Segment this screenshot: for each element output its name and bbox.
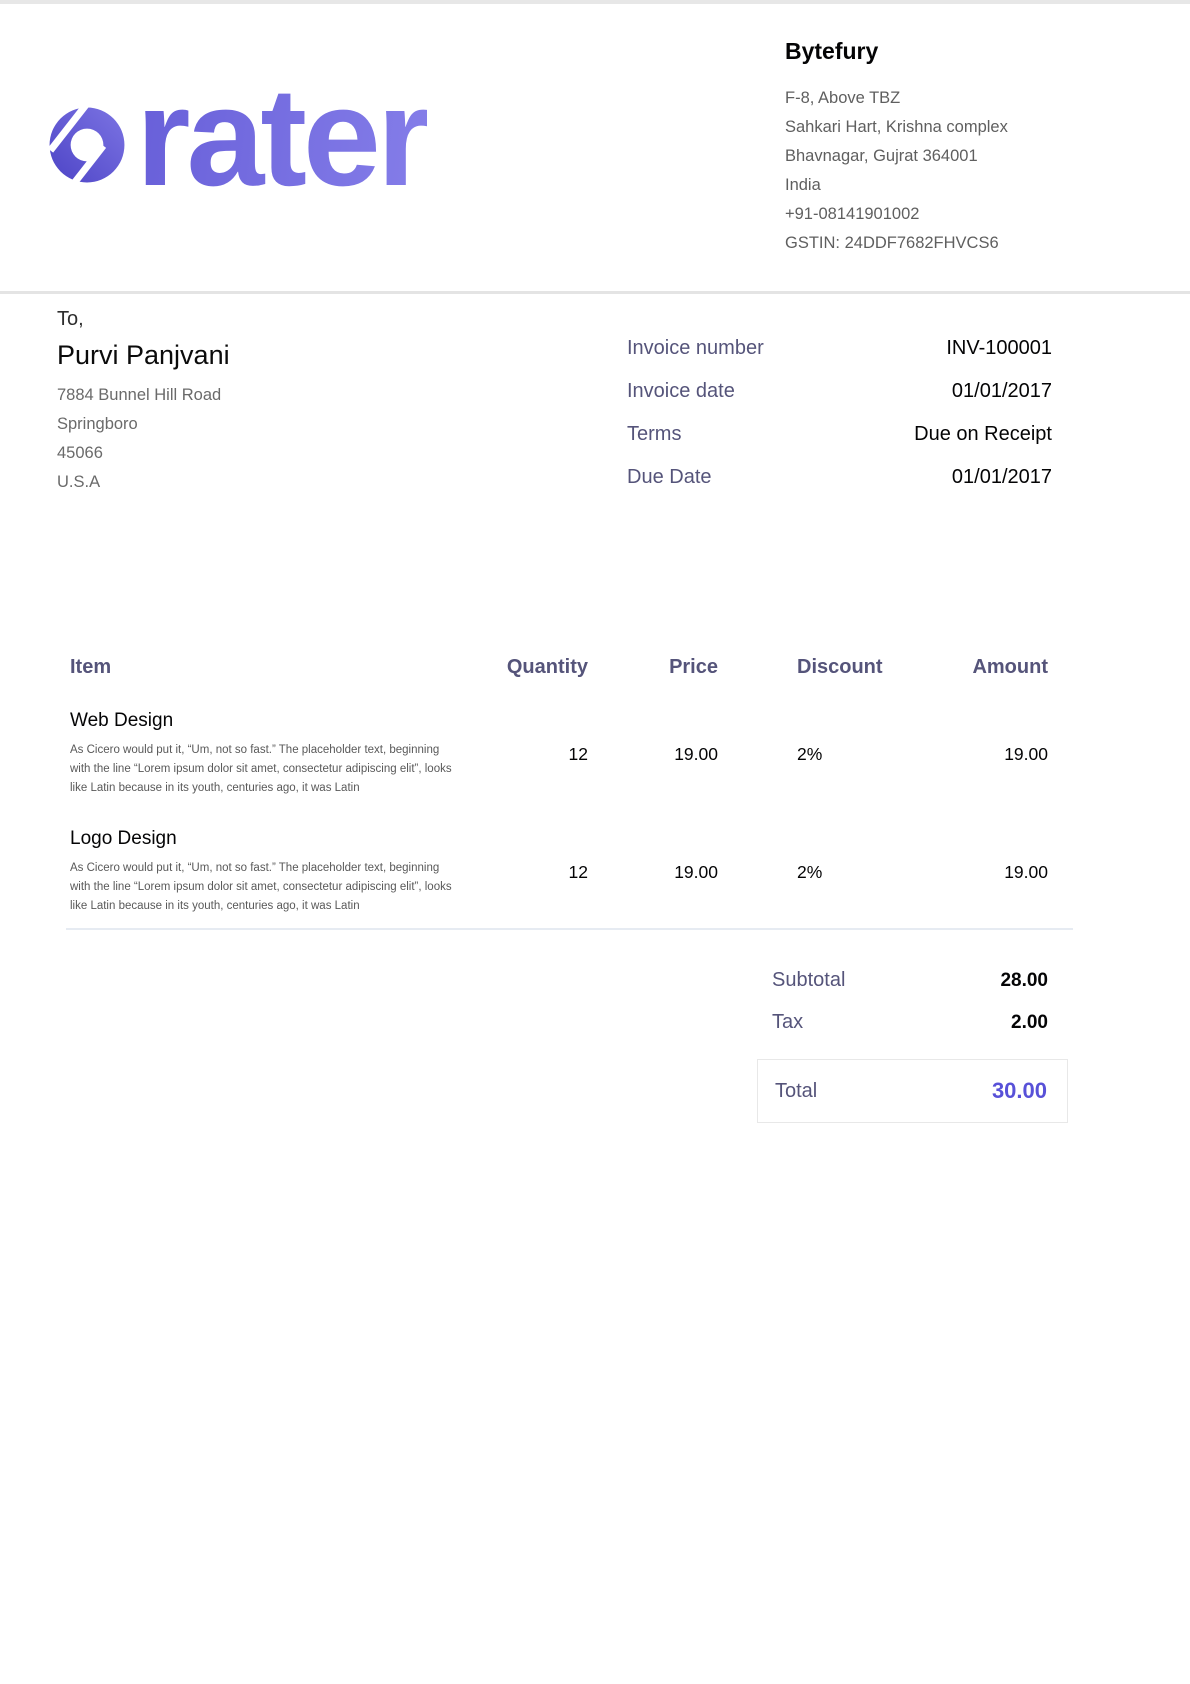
item-description-line: As Cicero would put it, “Um, not so fast…: [70, 859, 490, 878]
item-price: 19.00: [596, 824, 718, 916]
total-label: Total: [775, 1080, 817, 1103]
totals-block: Subtotal 28.00 Tax 2.00 Total 30.00: [757, 966, 1068, 1123]
crater-logo: rater: [48, 62, 427, 212]
company-phone: +91-08141901002: [785, 200, 1165, 229]
tax-value: 2.00: [1011, 1008, 1068, 1037]
customer-address-line: U.S.A: [57, 468, 477, 497]
invoice-page: rater Bytefury F-8, Above TBZ Sahkari Ha…: [0, 0, 1190, 1684]
total-value: 30.00: [992, 1078, 1047, 1104]
subtotal-label: Subtotal: [757, 966, 845, 995]
company-info: Bytefury F-8, Above TBZ Sahkari Hart, Kr…: [785, 38, 1165, 258]
item-amount: 19.00: [896, 706, 1073, 798]
header-divider: [0, 291, 1190, 294]
item-description-line: As Cicero would put it, “Um, not so fast…: [70, 741, 490, 760]
total-box: Total 30.00: [757, 1059, 1068, 1123]
top-border-strip: [0, 0, 1190, 4]
terms-label: Terms: [627, 420, 764, 449]
item-description-line: with the line “Lorem ipsum dolor sit ame…: [70, 760, 490, 779]
to-label: To,: [57, 305, 477, 333]
due-date-label: Due Date: [627, 463, 764, 492]
due-date-value: 01/01/2017: [764, 463, 1052, 492]
item-discount: 2%: [718, 706, 896, 798]
invoice-number-value: INV-100001: [764, 334, 1052, 363]
customer-address-line: 45066: [57, 439, 477, 468]
invoice-date-label: Invoice date: [627, 377, 764, 406]
item-name: Web Design: [70, 706, 490, 736]
subtotal-value: 28.00: [1000, 966, 1068, 995]
item-discount: 2%: [718, 824, 896, 916]
column-header-item: Item: [66, 652, 490, 682]
items-table: Item Quantity Price Discount Amount Web …: [66, 652, 1073, 930]
customer-name: Purvi Panjvani: [57, 337, 477, 373]
column-header-quantity: Quantity: [490, 652, 596, 682]
item-quantity: 12: [490, 824, 596, 916]
company-gstin: GSTIN: 24DDF7682FHVCS6: [785, 229, 1165, 258]
item-quantity: 12: [490, 706, 596, 798]
bill-to-block: To, Purvi Panjvani 7884 Bunnel Hill Road…: [57, 305, 477, 497]
invoice-meta: Invoice number INV-100001 Invoice date 0…: [627, 334, 1052, 492]
crater-logo-c-icon: [48, 106, 126, 184]
item-description-line: like Latin because in its youth, centuri…: [70, 897, 490, 916]
item-cell: Web Design As Cicero would put it, “Um, …: [66, 706, 490, 798]
item-description-line: like Latin because in its youth, centuri…: [70, 779, 490, 798]
column-header-price: Price: [596, 652, 718, 682]
item-description: As Cicero would put it, “Um, not so fast…: [70, 859, 490, 916]
table-row: Web Design As Cicero would put it, “Um, …: [66, 706, 1073, 798]
table-bottom-divider: [66, 928, 1073, 930]
column-header-amount: Amount: [896, 652, 1073, 682]
subtotal-row: Subtotal 28.00: [757, 966, 1068, 995]
company-address-line: Sahkari Hart, Krishna complex: [785, 113, 1165, 142]
item-price: 19.00: [596, 706, 718, 798]
terms-value: Due on Receipt: [764, 420, 1052, 449]
customer-address-line: 7884 Bunnel Hill Road: [57, 381, 477, 410]
item-cell: Logo Design As Cicero would put it, “Um,…: [66, 824, 490, 916]
tax-row: Tax 2.00: [757, 1008, 1068, 1037]
company-address-line: F-8, Above TBZ: [785, 84, 1165, 113]
items-table-header: Item Quantity Price Discount Amount: [66, 652, 1073, 682]
invoice-date-value: 01/01/2017: [764, 377, 1052, 406]
item-amount: 19.00: [896, 824, 1073, 916]
column-header-discount: Discount: [718, 652, 896, 682]
table-row: Logo Design As Cicero would put it, “Um,…: [66, 824, 1073, 916]
customer-address-line: Springboro: [57, 410, 477, 439]
company-name: Bytefury: [785, 38, 1165, 65]
item-description: As Cicero would put it, “Um, not so fast…: [70, 741, 490, 798]
item-name: Logo Design: [70, 824, 490, 854]
company-address-line: Bhavnagar, Gujrat 364001: [785, 142, 1165, 171]
item-description-line: with the line “Lorem ipsum dolor sit ame…: [70, 878, 490, 897]
invoice-number-label: Invoice number: [627, 334, 764, 363]
company-address-line: India: [785, 171, 1165, 200]
tax-label: Tax: [757, 1008, 803, 1037]
